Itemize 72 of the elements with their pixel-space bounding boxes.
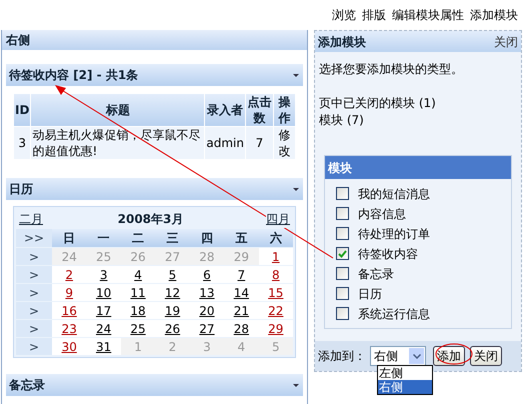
toolbar-link[interactable]: 浏览 [332,6,356,24]
week-select-button[interactable]: > [16,266,52,283]
toolbar-link[interactable]: 添加模块 [470,6,518,24]
week-select-button[interactable]: > [16,320,52,337]
checkbox-label: 我的短信消息 [358,186,430,202]
weekday-header: 一 [86,229,121,247]
module-title: 备忘录 [9,377,45,394]
prev-month-link[interactable]: 二月 [19,210,43,228]
day-number: 2 [168,338,176,356]
dropdown-option[interactable]: 左侧 [378,366,432,380]
dropdown-option[interactable]: 右侧 [378,380,432,394]
action-button[interactable]: 添加 [433,346,465,366]
day-number: 27 [164,248,180,266]
module-title: 日历 [9,181,33,198]
checkbox[interactable] [336,267,349,280]
field-label: 添加到： [318,348,366,365]
week-select-button[interactable]: > [16,248,52,265]
collapse-icon[interactable] [292,382,300,388]
column-header: 标题 [30,94,205,126]
day-number: 29 [234,248,249,266]
table-cell: 动易主机火爆促销，尽享鼠不尽的超值优惠! [30,126,205,160]
day-number: 4 [238,338,246,356]
target-select[interactable]: 右侧 [370,346,426,366]
panel-title: 添加模块 [318,34,366,50]
day-number: 3 [203,338,211,356]
week-select-button[interactable]: >> [16,229,52,247]
checkbox-label: 系统运行信息 [358,306,430,322]
day-number: 25 [96,248,112,266]
checkbox[interactable] [336,247,349,260]
day-number: 5 [272,338,280,356]
checkbox[interactable] [336,227,349,240]
table-cell: 7 [246,126,274,160]
weekday-header: 四 [190,229,224,247]
checkbox[interactable] [336,287,349,300]
weekday-header: 日 [52,229,86,247]
checkbox[interactable] [336,187,349,200]
weekday-header: 二 [120,229,156,247]
week-select-button[interactable]: > [16,284,52,301]
weekday-header: 三 [155,229,190,247]
checkbox-label: 内容信息 [358,206,406,222]
table-cell: 修改 [274,126,296,160]
collapse-icon[interactable] [292,186,300,192]
day-number: 26 [130,248,146,266]
collapse-icon[interactable] [292,72,300,78]
annotation-circle [436,344,472,364]
day-number: 24 [62,248,77,266]
module-count-text: 模块 (7) [319,112,365,129]
list-title: 模块 [325,156,511,179]
checkbox-label: 备忘录 [358,266,394,282]
module-title: 待签收内容 [2] - 共1条 [9,67,138,84]
week-select-button[interactable]: > [16,338,52,355]
module-count-text: 页中已关闭的模块 (1) [319,95,437,112]
toolbar-link[interactable]: 编辑模块属性 [392,6,464,24]
action-button[interactable]: 关闭 [470,346,502,366]
day-number: 28 [199,248,215,266]
weekday-header: 六 [258,229,293,247]
instruction-text: 选择您要添加模块的类型。 [318,61,464,78]
close-link[interactable]: 关闭 [494,32,518,50]
weekday-header: 五 [224,229,259,247]
toolbar-link[interactable]: 排版 [362,6,386,24]
checkbox[interactable] [336,207,349,220]
month-title: 2008年3月 [118,211,184,228]
checkbox-label: 待处理的订单 [358,226,430,242]
checkbox[interactable] [336,307,349,320]
panel-header: 右侧 [2,30,307,50]
week-select-button[interactable]: > [16,302,52,319]
checkbox-label: 日历 [358,286,382,302]
day-number: 1 [134,338,142,356]
column-header: ID [14,94,31,126]
table-cell: 3 [14,126,31,160]
table-cell: admin [204,126,246,160]
checkbox-label: 待签收内容 [358,246,418,262]
